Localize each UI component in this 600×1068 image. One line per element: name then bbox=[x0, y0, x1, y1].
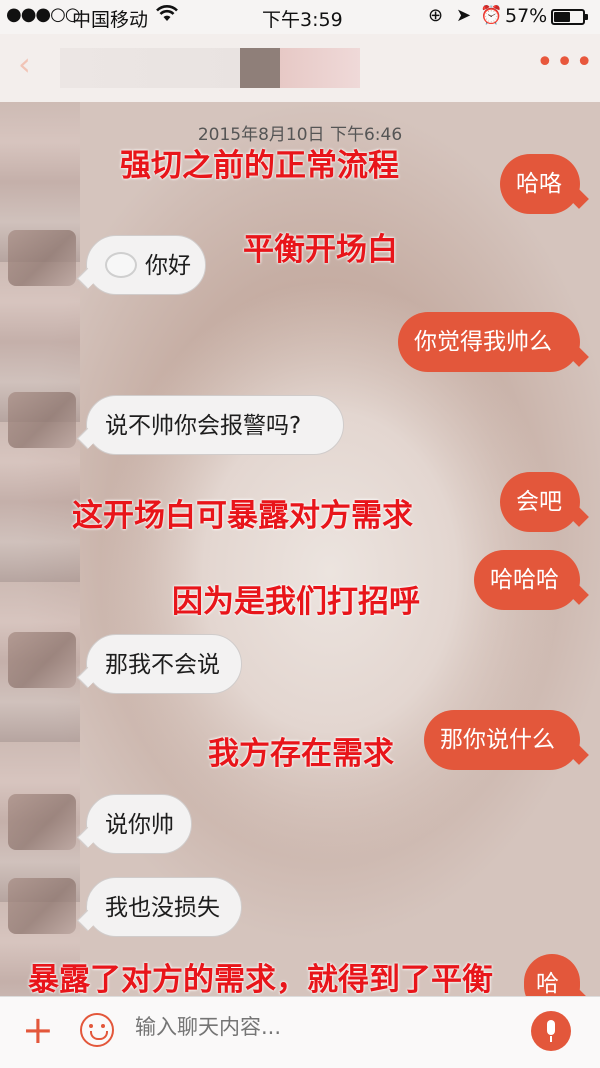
annotation: 这开场白可暴露对方需求 bbox=[72, 498, 413, 534]
wifi-icon bbox=[155, 3, 179, 29]
annotation: 强切之前的正常流程 bbox=[120, 148, 399, 184]
incoming-message[interactable]: 我也没损失 bbox=[86, 877, 242, 937]
outgoing-message[interactable]: 哈 bbox=[524, 954, 580, 996]
incoming-message[interactable]: 那我不会说 bbox=[86, 634, 242, 694]
contact-avatar-blurred bbox=[240, 48, 280, 88]
incoming-message[interactable]: 说不帅你会报警吗? bbox=[86, 395, 344, 455]
carrier-label: 中国移动 bbox=[72, 9, 149, 31]
message-text: 说不帅你会报警吗? bbox=[105, 413, 302, 439]
message-text: 那你说什么 bbox=[440, 727, 555, 753]
message-text: 说你帅 bbox=[105, 812, 174, 838]
message-input[interactable] bbox=[135, 1015, 515, 1039]
smiley-icon bbox=[105, 251, 137, 278]
location-icon: ➤ bbox=[456, 5, 472, 26]
microphone-icon[interactable] bbox=[531, 1011, 571, 1051]
incoming-message[interactable]: 你好 bbox=[86, 235, 206, 295]
chat-header: ‹ ••• bbox=[0, 34, 600, 102]
message-text: 你觉得我帅么 bbox=[414, 329, 552, 355]
outgoing-message[interactable]: 会吧 bbox=[500, 472, 580, 532]
message-text: 那我不会说 bbox=[105, 652, 220, 678]
message-text: 你好 bbox=[145, 253, 191, 279]
outgoing-message[interactable]: 你觉得我帅么 bbox=[398, 312, 580, 372]
avatar[interactable] bbox=[8, 794, 76, 850]
annotation: 暴露了对方的需求，就得到了平衡 bbox=[28, 962, 493, 996]
message-text: 会吧 bbox=[516, 489, 562, 515]
outgoing-message[interactable]: 哈哈哈 bbox=[474, 550, 580, 610]
more-dots-icon[interactable]: ••• bbox=[536, 48, 595, 78]
message-text: 我也没损失 bbox=[105, 895, 220, 921]
chevron-left-icon[interactable]: ‹ bbox=[18, 48, 31, 80]
alarm-icon: ⏰ bbox=[480, 5, 503, 26]
rotation-lock-icon: ⊕ bbox=[428, 5, 444, 26]
avatar[interactable] bbox=[8, 230, 76, 286]
message-text: 哈咯 bbox=[516, 171, 562, 197]
emoji-icon[interactable] bbox=[80, 1013, 114, 1047]
avatar[interactable] bbox=[8, 392, 76, 448]
annotation: 我方存在需求 bbox=[208, 736, 394, 772]
contact-name-blurred bbox=[60, 48, 240, 88]
outgoing-message[interactable]: 那你说什么 bbox=[424, 710, 580, 770]
annotation: 平衡开场白 bbox=[243, 232, 398, 268]
message-input-bar: + bbox=[0, 996, 600, 1068]
outgoing-message[interactable]: 哈咯 bbox=[500, 154, 580, 214]
battery-icon bbox=[551, 9, 588, 25]
status-bar: ●●●○○ 中国移动 下午3:59 ⊕ ➤ ⏰ 57% bbox=[0, 0, 600, 34]
add-attachment-button[interactable]: + bbox=[22, 1011, 54, 1049]
avatar[interactable] bbox=[8, 632, 76, 688]
battery-percent: 57% bbox=[505, 5, 548, 27]
annotation: 因为是我们打招呼 bbox=[172, 584, 420, 620]
message-text: 哈哈哈 bbox=[490, 567, 559, 593]
message-text: 哈 bbox=[536, 971, 559, 996]
contact-title-blurred bbox=[280, 48, 360, 88]
avatar[interactable] bbox=[8, 878, 76, 934]
signal-strength-icon: ●●●○○ bbox=[6, 4, 81, 25]
clock-label: 下午3:59 bbox=[262, 9, 343, 31]
chat-messages[interactable]: 2015年8月10日 下午6:46 强切之前的正常流程 平衡开场白 这开场白可暴… bbox=[0, 102, 600, 996]
incoming-message[interactable]: 说你帅 bbox=[86, 794, 192, 854]
